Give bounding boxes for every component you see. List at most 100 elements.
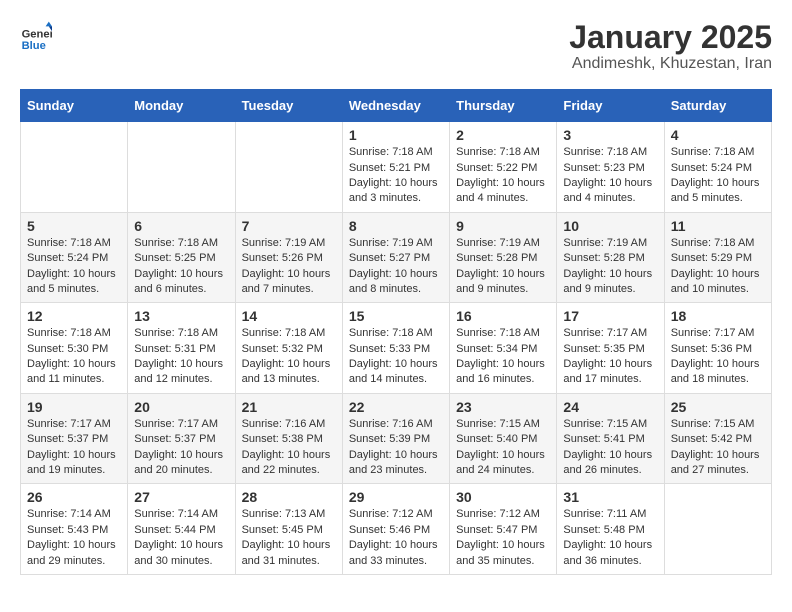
cell-content: Sunrise: 7:12 AM Sunset: 5:47 PM Dayligh… — [456, 507, 550, 569]
cell-content: Sunrise: 7:18 AM Sunset: 5:34 PM Dayligh… — [456, 326, 550, 388]
calendar-cell: 6 Sunrise: 7:18 AM Sunset: 5:25 PM Daylig… — [128, 212, 235, 303]
calendar-cell: 1 Sunrise: 7:18 AM Sunset: 5:21 PM Daylig… — [342, 122, 449, 213]
calendar-subtitle: Andimeshk, Khuzestan, Iran — [569, 55, 772, 73]
calendar-cell: 9 Sunrise: 7:19 AM Sunset: 5:28 PM Daylig… — [450, 212, 557, 303]
cell-content: Sunrise: 7:18 AM Sunset: 5:24 PM Dayligh… — [27, 236, 121, 298]
week-row: 12Sunrise: 7:18 AM Sunset: 5:30 PM Dayli… — [21, 303, 772, 394]
cell-content: Sunrise: 7:17 AM Sunset: 5:37 PM Dayligh… — [134, 417, 228, 479]
calendar-cell: 26 Sunrise: 7:14 AM Sunset: 5:43 PM Dayli… — [21, 484, 128, 575]
calendar-cell — [21, 122, 128, 213]
logo-icon: General Blue — [20, 20, 52, 52]
day-number: 16 — [456, 308, 550, 324]
day-number: 25 — [671, 399, 765, 415]
day-number: 21 — [242, 399, 336, 415]
week-row: 19 Sunrise: 7:17 AM Sunset: 5:37 PM Dayli… — [21, 393, 772, 484]
calendar-cell — [128, 122, 235, 213]
cell-content: Sunrise: 7:15 AM Sunset: 5:42 PM Dayligh… — [671, 417, 765, 479]
day-number: 19 — [27, 399, 121, 415]
cell-content: Sunrise: 7:18 AM Sunset: 5:22 PM Dayligh… — [456, 145, 550, 207]
calendar-cell: 28 Sunrise: 7:13 AM Sunset: 5:45 PM Dayli… — [235, 484, 342, 575]
day-number: 24 — [563, 399, 657, 415]
cell-content: Sunrise: 7:13 AM Sunset: 5:45 PM Dayligh… — [242, 507, 336, 569]
day-number: 1 — [349, 127, 443, 143]
cell-content: Sunrise: 7:18 AM Sunset: 5:32 PM Dayligh… — [242, 326, 336, 388]
calendar-cell: 4Sunrise: 7:18 AM Sunset: 5:24 PM Daylig… — [664, 122, 771, 213]
day-number: 20 — [134, 399, 228, 415]
calendar-cell: 12Sunrise: 7:18 AM Sunset: 5:30 PM Dayli… — [21, 303, 128, 394]
cell-content: Sunrise: 7:14 AM Sunset: 5:43 PM Dayligh… — [27, 507, 121, 569]
cell-content: Sunrise: 7:18 AM Sunset: 5:29 PM Dayligh… — [671, 236, 765, 298]
cell-content: Sunrise: 7:15 AM Sunset: 5:40 PM Dayligh… — [456, 417, 550, 479]
day-number: 29 — [349, 489, 443, 505]
day-number: 2 — [456, 127, 550, 143]
calendar-cell: 25 Sunrise: 7:15 AM Sunset: 5:42 PM Dayli… — [664, 393, 771, 484]
header-cell-sunday: Sunday — [21, 90, 128, 122]
calendar-cell: 19 Sunrise: 7:17 AM Sunset: 5:37 PM Dayli… — [21, 393, 128, 484]
cell-content: Sunrise: 7:15 AM Sunset: 5:41 PM Dayligh… — [563, 417, 657, 479]
cell-content: Sunrise: 7:17 AM Sunset: 5:37 PM Dayligh… — [27, 417, 121, 479]
calendar-cell: 11 Sunrise: 7:18 AM Sunset: 5:29 PM Dayli… — [664, 212, 771, 303]
cell-content: Sunrise: 7:18 AM Sunset: 5:21 PM Dayligh… — [349, 145, 443, 207]
day-number: 7 — [242, 218, 336, 234]
cell-content: Sunrise: 7:11 AM Sunset: 5:48 PM Dayligh… — [563, 507, 657, 569]
day-number: 31 — [563, 489, 657, 505]
header-row: SundayMondayTuesdayWednesdayThursdayFrid… — [21, 90, 772, 122]
calendar-cell: 18 Sunrise: 7:17 AM Sunset: 5:36 PM Dayli… — [664, 303, 771, 394]
cell-content: Sunrise: 7:18 AM Sunset: 5:33 PM Dayligh… — [349, 326, 443, 388]
day-number: 9 — [456, 218, 550, 234]
calendar-cell: 13Sunrise: 7:18 AM Sunset: 5:31 PM Dayli… — [128, 303, 235, 394]
cell-content: Sunrise: 7:17 AM Sunset: 5:36 PM Dayligh… — [671, 326, 765, 388]
calendar-cell: 22Sunrise: 7:16 AM Sunset: 5:39 PM Dayli… — [342, 393, 449, 484]
week-row: 1 Sunrise: 7:18 AM Sunset: 5:21 PM Daylig… — [21, 122, 772, 213]
cell-content: Sunrise: 7:18 AM Sunset: 5:23 PM Dayligh… — [563, 145, 657, 207]
calendar-title: January 2025 — [569, 20, 772, 55]
day-number: 5 — [27, 218, 121, 234]
day-number: 4 — [671, 127, 765, 143]
day-number: 13 — [134, 308, 228, 324]
calendar-cell: 23Sunrise: 7:15 AM Sunset: 5:40 PM Dayli… — [450, 393, 557, 484]
day-number: 6 — [134, 218, 228, 234]
cell-content: Sunrise: 7:18 AM Sunset: 5:30 PM Dayligh… — [27, 326, 121, 388]
day-number: 22 — [349, 399, 443, 415]
day-number: 18 — [671, 308, 765, 324]
calendar-cell: 29Sunrise: 7:12 AM Sunset: 5:46 PM Dayli… — [342, 484, 449, 575]
calendar-cell — [664, 484, 771, 575]
cell-content: Sunrise: 7:17 AM Sunset: 5:35 PM Dayligh… — [563, 326, 657, 388]
calendar-cell: 7 Sunrise: 7:19 AM Sunset: 5:26 PM Daylig… — [235, 212, 342, 303]
day-number: 14 — [242, 308, 336, 324]
day-number: 28 — [242, 489, 336, 505]
header-cell-tuesday: Tuesday — [235, 90, 342, 122]
calendar-cell: 15 Sunrise: 7:18 AM Sunset: 5:33 PM Dayli… — [342, 303, 449, 394]
week-row: 26 Sunrise: 7:14 AM Sunset: 5:43 PM Dayli… — [21, 484, 772, 575]
cell-content: Sunrise: 7:18 AM Sunset: 5:25 PM Dayligh… — [134, 236, 228, 298]
svg-text:Blue: Blue — [22, 40, 46, 52]
day-number: 10 — [563, 218, 657, 234]
cell-content: Sunrise: 7:19 AM Sunset: 5:27 PM Dayligh… — [349, 236, 443, 298]
calendar-cell: 27Sunrise: 7:14 AM Sunset: 5:44 PM Dayli… — [128, 484, 235, 575]
calendar-cell: 2 Sunrise: 7:18 AM Sunset: 5:22 PM Daylig… — [450, 122, 557, 213]
calendar-cell: 17 Sunrise: 7:17 AM Sunset: 5:35 PM Dayli… — [557, 303, 664, 394]
calendar-table: SundayMondayTuesdayWednesdayThursdayFrid… — [20, 89, 772, 575]
calendar-cell — [235, 122, 342, 213]
header-cell-friday: Friday — [557, 90, 664, 122]
day-number: 17 — [563, 308, 657, 324]
cell-content: Sunrise: 7:14 AM Sunset: 5:44 PM Dayligh… — [134, 507, 228, 569]
day-number: 11 — [671, 218, 765, 234]
cell-content: Sunrise: 7:16 AM Sunset: 5:38 PM Dayligh… — [242, 417, 336, 479]
day-number: 26 — [27, 489, 121, 505]
day-number: 8 — [349, 218, 443, 234]
logo: General Blue — [20, 20, 52, 52]
calendar-cell: 5 Sunrise: 7:18 AM Sunset: 5:24 PM Daylig… — [21, 212, 128, 303]
calendar-cell: 16 Sunrise: 7:18 AM Sunset: 5:34 PM Dayli… — [450, 303, 557, 394]
svg-text:General: General — [22, 29, 52, 41]
header-cell-saturday: Saturday — [664, 90, 771, 122]
calendar-cell: 31 Sunrise: 7:11 AM Sunset: 5:48 PM Dayli… — [557, 484, 664, 575]
title-block: January 2025 Andimeshk, Khuzestan, Iran — [569, 20, 772, 73]
calendar-cell: 30 Sunrise: 7:12 AM Sunset: 5:47 PM Dayli… — [450, 484, 557, 575]
header-cell-monday: Monday — [128, 90, 235, 122]
day-number: 15 — [349, 308, 443, 324]
cell-content: Sunrise: 7:19 AM Sunset: 5:26 PM Dayligh… — [242, 236, 336, 298]
header-cell-thursday: Thursday — [450, 90, 557, 122]
day-number: 30 — [456, 489, 550, 505]
cell-content: Sunrise: 7:19 AM Sunset: 5:28 PM Dayligh… — [456, 236, 550, 298]
